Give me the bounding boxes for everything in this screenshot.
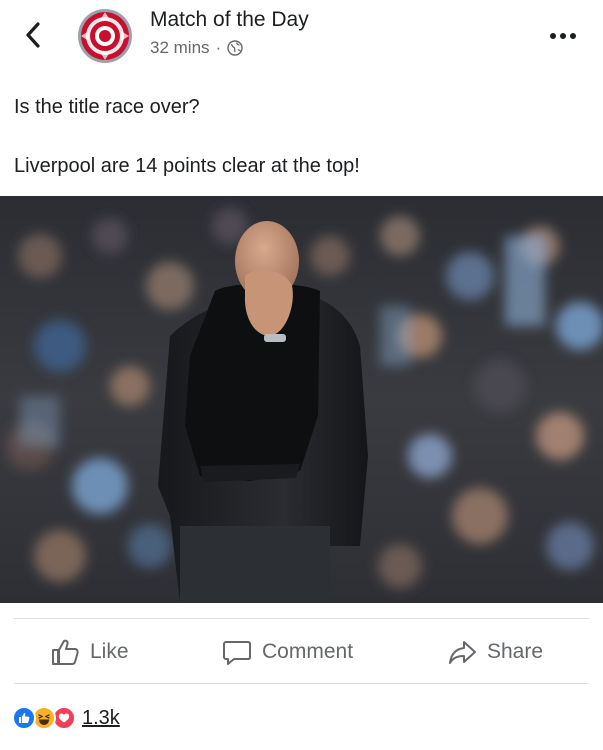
like-label: Like	[90, 640, 129, 663]
manager-in-stadium-photo	[0, 196, 603, 603]
more-options-button[interactable]	[549, 26, 577, 46]
post-text-line-1: Is the title race over?	[14, 96, 200, 118]
chevron-left-icon	[26, 22, 40, 48]
reactions-summary[interactable]: 1.3k	[12, 704, 120, 732]
page-name[interactable]: Match of the Day	[150, 8, 309, 32]
comment-icon	[223, 641, 251, 665]
comment-button[interactable]: Comment	[222, 619, 353, 685]
post-meta: 32 mins ·	[150, 38, 243, 58]
share-icon	[449, 641, 476, 664]
back-button[interactable]	[18, 18, 48, 52]
meta-separator: ·	[215, 38, 222, 57]
post-time[interactable]: 32 mins	[150, 38, 210, 58]
like-button[interactable]: Like	[50, 619, 129, 685]
post-text-line-2: Liverpool are 14 points clear at the top…	[14, 155, 360, 177]
reaction-count[interactable]: 1.3k	[82, 707, 120, 730]
share-label: Share	[487, 640, 544, 663]
post-header: Match of the Day 32 mins ·	[0, 0, 603, 72]
like-reaction-icon	[12, 706, 36, 730]
post-photo[interactable]	[0, 196, 603, 603]
globe-icon	[227, 40, 243, 56]
share-button[interactable]: Share	[447, 619, 543, 685]
match-of-the-day-logo	[78, 9, 132, 63]
more-horizontal-icon	[550, 33, 576, 39]
thumbs-up-icon	[52, 639, 79, 665]
page-avatar[interactable]	[77, 8, 133, 64]
comment-label: Comment	[262, 640, 354, 663]
action-bar: Like Comment Share	[14, 618, 589, 684]
